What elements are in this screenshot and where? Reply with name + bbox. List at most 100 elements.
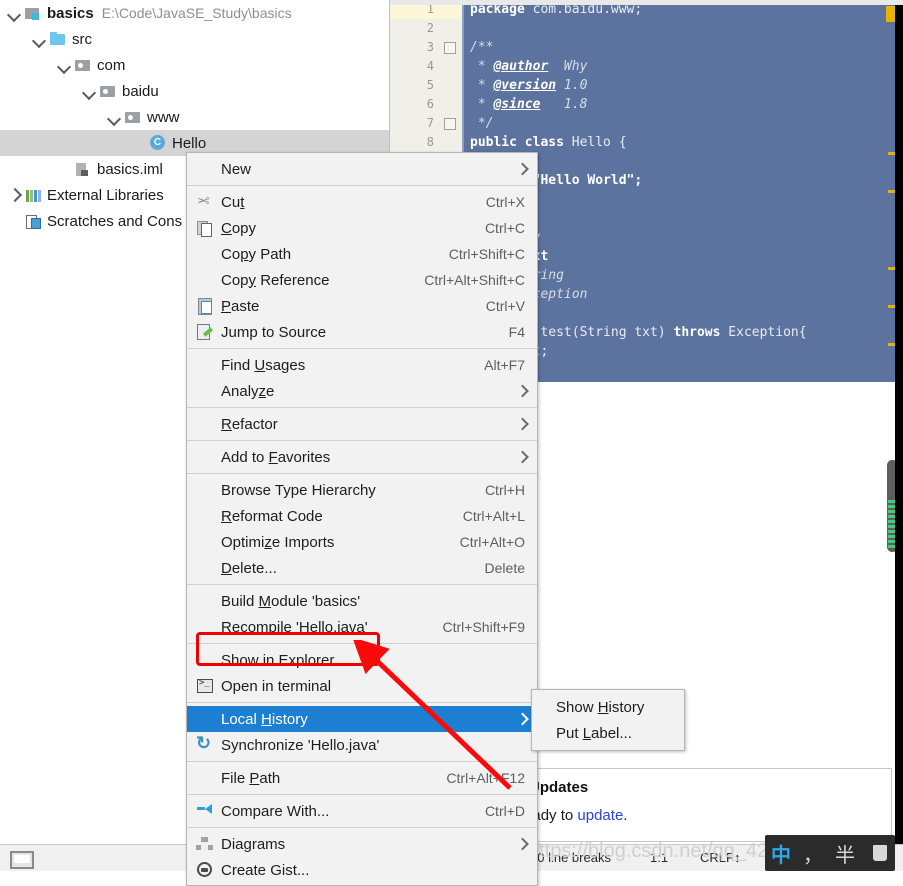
- code-line: */: [470, 114, 903, 133]
- code-token: "Hello World";: [532, 173, 643, 188]
- code-token: */: [470, 116, 494, 131]
- submenu-item-label: Show History: [556, 698, 645, 716]
- menu-item-icon-slot: [195, 246, 215, 262]
- menu-item-new[interactable]: New: [187, 156, 537, 182]
- menu-item-label: Copy: [221, 219, 257, 237]
- menu-item-browse-type-hierarchy[interactable]: Browse Type Hierarchy Ctrl+H: [187, 477, 537, 503]
- ime-more-icon[interactable]: [873, 845, 887, 861]
- menu-item-recompile-hello-java[interactable]: Recompile 'Hello.java' Ctrl+Shift+F9: [187, 614, 537, 640]
- ime-mode-chinese[interactable]: 中: [765, 839, 797, 868]
- menu-item-label: Find Usages: [221, 356, 306, 374]
- menu-separator: [187, 407, 537, 408]
- menu-item-icon-slot: [195, 161, 215, 177]
- chevron-down-icon[interactable]: [81, 83, 97, 99]
- menu-item-synchronize-hello-java[interactable]: Synchronize 'Hello.java': [187, 732, 537, 758]
- menu-separator: [187, 584, 537, 585]
- menu-item-label: Delete...: [221, 559, 277, 577]
- library-bar: [34, 190, 37, 202]
- menu-item-icon-slot: [195, 770, 215, 786]
- menu-item-build-module-basics[interactable]: Build Module 'basics': [187, 588, 537, 614]
- package-icon: [99, 83, 117, 99]
- menu-item-cut[interactable]: Cut Ctrl+X: [187, 189, 537, 215]
- update-link[interactable]: update: [577, 807, 623, 824]
- module-icon: [24, 5, 42, 21]
- menu-item-label: Create Gist...: [221, 861, 310, 879]
- ime-punctuation[interactable]: ，: [797, 839, 829, 868]
- menu-item-shortcut: Ctrl+Shift+F9: [442, 619, 525, 635]
- fold-end-icon[interactable]: [444, 118, 456, 130]
- code-line: * @author Why: [470, 57, 903, 76]
- tree-item-com[interactable]: com: [0, 52, 389, 78]
- menu-item-label: Browse Type Hierarchy: [221, 481, 376, 499]
- menu-item-shortcut: Ctrl+H: [484, 482, 525, 498]
- menu-item-shortcut: Ctrl+Alt+Shift+C: [424, 272, 525, 288]
- menu-item-open-in-terminal[interactable]: Open in terminal: [187, 673, 537, 699]
- menu-item-icon-slot: [195, 357, 215, 373]
- tree-item-www[interactable]: www: [0, 104, 389, 130]
- menu-item-icon-slot: [195, 560, 215, 576]
- menu-item-file-path[interactable]: File Path Ctrl+Alt+F12: [187, 765, 537, 791]
- ime-language-bar[interactable]: 中 ， 半: [765, 835, 895, 871]
- submenu-item-label: Put Label...: [556, 724, 632, 742]
- file-context-menu[interactable]: New Cut Ctrl+X Copy Ctrl+C Copy Path Ctrl+Shif…: [186, 152, 538, 886]
- menu-item-optimize-imports[interactable]: Optimize Imports Ctrl+Alt+O: [187, 529, 537, 555]
- menu-item-analyze[interactable]: Analyze: [187, 378, 537, 404]
- scratches-icon: [24, 213, 42, 229]
- menu-item-add-to-favorites[interactable]: Add to Favorites: [187, 444, 537, 470]
- chevron-down-icon[interactable]: [6, 5, 22, 21]
- menu-item-paste[interactable]: Paste Ctrl+V: [187, 293, 537, 319]
- menu-item-label: Local History: [221, 710, 308, 728]
- menu-separator: [187, 794, 537, 795]
- chevron-down-icon[interactable]: [31, 31, 47, 47]
- menu-item-jump-to-source[interactable]: Jump to Source F4: [187, 319, 537, 345]
- tree-item-baidu[interactable]: baidu: [0, 78, 389, 104]
- menu-item-find-usages[interactable]: Find Usages Alt+F7: [187, 352, 537, 378]
- chevron-down-icon[interactable]: [56, 57, 72, 73]
- menu-item-local-history[interactable]: Local History: [187, 706, 537, 732]
- tree-item-label: src: [72, 30, 92, 48]
- menu-item-label: Refactor: [221, 415, 278, 433]
- menu-item-icon-slot: [195, 272, 215, 288]
- tree-item-basics[interactable]: basics E:\Code\JavaSE_Study\basics: [0, 0, 389, 26]
- library-bar: [38, 190, 41, 202]
- project-toolwindow-icon[interactable]: [10, 851, 34, 869]
- line-number: 8: [426, 135, 434, 149]
- code-token: @version: [493, 78, 557, 93]
- menu-item-reformat-code[interactable]: Reformat Code Ctrl+Alt+L: [187, 503, 537, 529]
- tree-item-label: www: [147, 108, 180, 126]
- menu-item-label: New: [221, 160, 252, 178]
- menu-item-refactor[interactable]: Refactor: [187, 411, 537, 437]
- local-history-submenu[interactable]: Show History Put Label...: [531, 689, 685, 751]
- menu-item-copy[interactable]: Copy Ctrl+C: [187, 215, 537, 241]
- menu-item-compare-with[interactable]: Compare With... Ctrl+D: [187, 798, 537, 824]
- tree-item-path: E:\Code\JavaSE_Study\basics: [101, 5, 292, 21]
- tree-item-src[interactable]: src: [0, 26, 389, 52]
- line-number: 4: [426, 59, 434, 73]
- editor-tab-strip: [390, 0, 903, 5]
- menu-item-shortcut: Ctrl+Alt+F12: [446, 770, 525, 786]
- menu-item-icon-slot: [195, 449, 215, 465]
- menu-item-create-gist[interactable]: Create Gist...: [187, 857, 537, 883]
- code-line: /**: [470, 38, 903, 57]
- library-bar: [26, 190, 29, 202]
- menu-item-shortcut: F4: [508, 324, 525, 340]
- ime-width-mode[interactable]: 半: [829, 839, 861, 868]
- menu-item-delete[interactable]: Delete... Delete: [187, 555, 537, 581]
- chevron-down-icon[interactable]: [106, 109, 122, 125]
- chevron-right-icon[interactable]: [6, 187, 22, 203]
- menu-item-label: Analyze: [221, 382, 275, 400]
- terminal-icon: [195, 678, 215, 694]
- tree-item-label: baidu: [122, 82, 159, 100]
- submenu-item-show-history[interactable]: Show History: [532, 694, 684, 720]
- menu-item-show-in-explorer[interactable]: Show in Explorer: [187, 647, 537, 673]
- menu-item-diagrams[interactable]: Diagrams: [187, 831, 537, 857]
- cut-icon: [195, 194, 215, 210]
- menu-item-copy-reference[interactable]: Copy Reference Ctrl+Alt+Shift+C: [187, 267, 537, 293]
- submenu-item-put-label[interactable]: Put Label...: [532, 720, 684, 746]
- fold-open-icon[interactable]: [444, 42, 456, 54]
- jump-to-source-icon: [195, 324, 215, 340]
- code-token: 1.8: [540, 97, 588, 112]
- menu-item-copy-path[interactable]: Copy Path Ctrl+Shift+C: [187, 241, 537, 267]
